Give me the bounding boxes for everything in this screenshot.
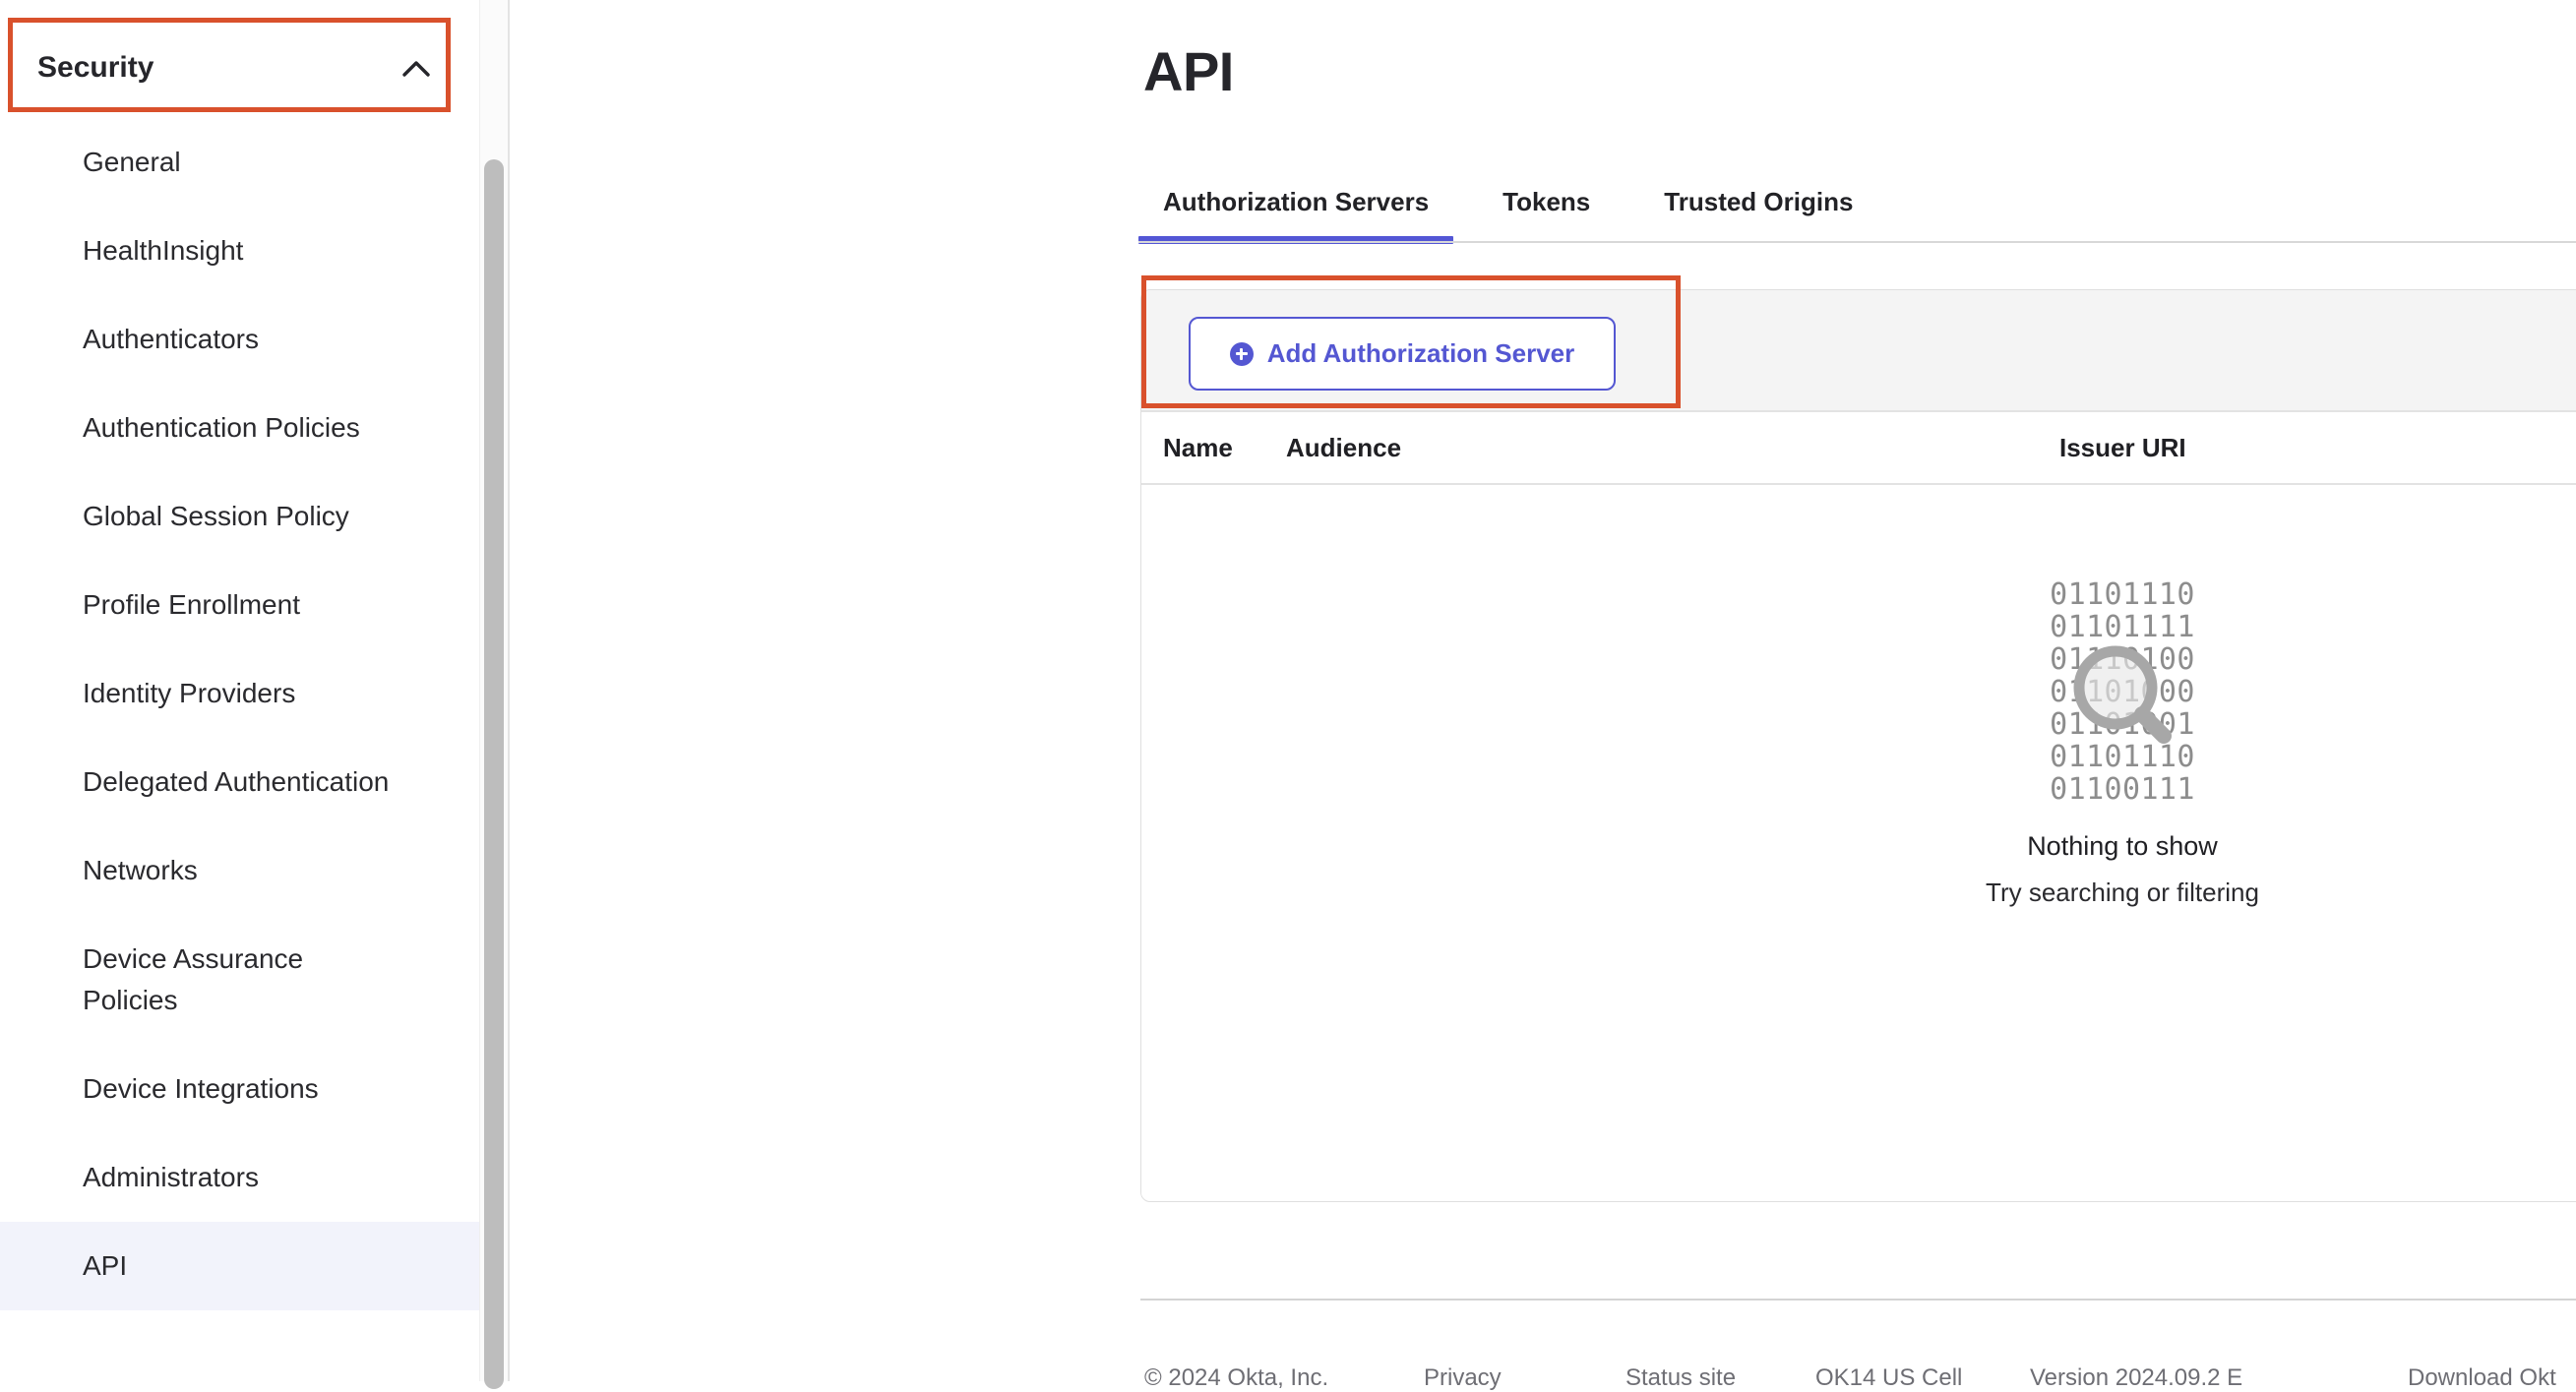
security-sidebar: Security General HealthInsight Authentic… <box>0 0 479 1381</box>
empty-state: 01101110 01101111 01110100 01101000 0110… <box>1827 578 2418 908</box>
column-header-audience: Audience <box>1286 412 1401 483</box>
footer-version: Version 2024.09.2 E <box>2030 1364 2242 1392</box>
table-body-empty: 01101110 01101111 01110100 01101000 0110… <box>1141 485 2576 1199</box>
sidebar-scrollbar-thumb[interactable] <box>484 159 504 1389</box>
footer-link-privacy[interactable]: Privacy <box>1424 1364 1502 1392</box>
okta-admin-security-api-screen: Security General HealthInsight Authentic… <box>0 0 2576 1381</box>
empty-state-subtitle: Try searching or filtering <box>1827 878 2418 908</box>
sidebar-nav: General HealthInsight Authenticators Aut… <box>0 118 479 1310</box>
footer-divider <box>1140 1299 2576 1301</box>
page-title: API <box>1143 39 1234 103</box>
column-header-name: Name <box>1163 412 1233 483</box>
annotation-box-add-authorization-server <box>1141 275 1681 408</box>
sidebar-item-identity-providers[interactable]: Identity Providers <box>0 649 479 738</box>
sidebar-item-healthinsight[interactable]: HealthInsight <box>0 207 479 295</box>
binary-row: 01101110 <box>2050 578 2195 611</box>
footer-copyright: © 2024 Okta, Inc. <box>1144 1364 1328 1392</box>
table-header-row: Name Audience Issuer URI <box>1141 412 2576 485</box>
sidebar-item-device-integrations[interactable]: Device Integrations <box>0 1045 479 1133</box>
binary-row: 01100111 <box>2050 773 2195 806</box>
tab-tokens[interactable]: Tokens <box>1478 179 1615 244</box>
sidebar-item-authenticators[interactable]: Authenticators <box>0 295 479 384</box>
sidebar-item-general[interactable]: General <box>0 118 479 207</box>
footer-cell-label: OK14 US Cell <box>1815 1364 1962 1392</box>
binary-row: 01101110 <box>2050 741 2195 773</box>
sidebar-item-authentication-policies[interactable]: Authentication Policies <box>0 384 479 472</box>
binary-row: 01101111 <box>2050 611 2195 643</box>
annotation-box-security <box>8 18 451 112</box>
sidebar-item-delegated-authentication[interactable]: Delegated Authentication <box>0 738 479 826</box>
binary-row: 01101001 <box>2050 708 2195 741</box>
binary-row: 01101000 <box>2050 676 2195 708</box>
sidebar-item-networks[interactable]: Networks <box>0 826 479 915</box>
empty-state-title: Nothing to show <box>1827 831 2418 862</box>
sidebar-item-global-session-policy[interactable]: Global Session Policy <box>0 472 479 561</box>
main-content: API Authorization Servers Tokens Trusted… <box>510 0 2576 1381</box>
tab-authorization-servers[interactable]: Authorization Servers <box>1138 179 1453 244</box>
tab-bar-divider <box>1138 241 2576 243</box>
sidebar-item-profile-enrollment[interactable]: Profile Enrollment <box>0 561 479 649</box>
sidebar-item-device-assurance-policies[interactable]: Device Assurance Policies <box>0 915 479 1045</box>
binary-art: 01101110 01101111 01110100 01101000 0110… <box>2050 578 2195 806</box>
binary-row: 01110100 <box>2050 643 2195 676</box>
tab-bar: Authorization Servers Tokens Trusted Ori… <box>1138 179 1902 244</box>
sidebar-item-administrators[interactable]: Administrators <box>0 1133 479 1222</box>
footer-link-status-site[interactable]: Status site <box>1625 1364 1736 1392</box>
sidebar-item-api[interactable]: API <box>0 1222 479 1310</box>
footer-link-download[interactable]: Download Okt <box>2408 1364 2556 1392</box>
tab-trusted-origins[interactable]: Trusted Origins <box>1639 179 1877 244</box>
column-header-issuer-uri: Issuer URI <box>2059 412 2186 483</box>
authorization-servers-panel: Add Authorization Server Name Audience I… <box>1140 289 2576 1202</box>
